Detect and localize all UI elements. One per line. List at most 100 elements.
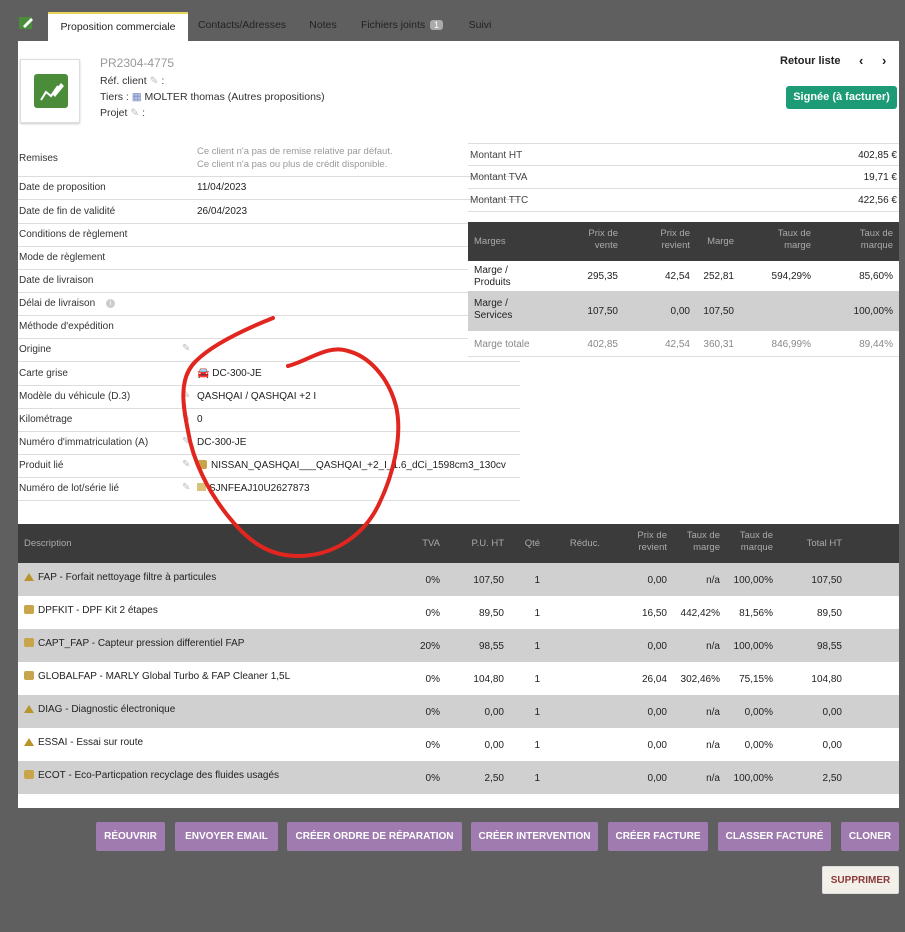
line-cell-total: 107,50 [811,575,842,586]
line-label: - Eco-Particpation recyclage des fluides… [65,770,280,781]
ref-client-label: Réf. client [100,75,147,87]
line-cell-total: 0,00 [822,707,842,718]
send-email-button[interactable]: ENVOYER EMAIL [175,822,278,851]
field-label: Délai de livraison [19,298,96,309]
table-row[interactable]: DPFKIT - DPF Kit 2 étapes 0% 89,50 1 16,50 44… [18,596,899,629]
line-cell-tmarge: n/a [706,707,720,718]
field-value[interactable]: NISSAN_QASHQAI___QASHQAI_+2_I_1.6_dCi_15… [197,460,519,471]
col-header: Qté [524,538,540,549]
credit-line: Ce client n'a pas ou plus de crédit disp… [197,159,388,170]
field-label: Produit lié [19,460,64,471]
pencil-icon[interactable]: ✎ [182,343,190,354]
table-row[interactable]: ECOT - Eco-Particpation recyclage des fl… [18,761,899,794]
field-label: Origine [19,344,52,355]
margin-cell: 100,00% [853,306,893,317]
line-cell-tmarque: 100,00% [733,641,773,652]
field-value: 0 [197,414,203,425]
col-header: Prix de revient [660,228,690,251]
table-row[interactable]: DIAG - Diagnostic électronique 0% 0,00 1 0,0… [18,695,899,728]
next-icon[interactable]: › [882,53,886,68]
pencil-icon[interactable]: ✎ [182,390,190,401]
create-repair-order-button[interactable]: CRÉER ORDRE DE RÉPARATION [287,822,462,851]
tab-notes[interactable]: Notes [300,12,346,41]
pencil-icon[interactable]: ✎ [130,107,139,119]
field-label: Carte grise [19,368,68,379]
product-ref-link[interactable]: GLOBALFAP [38,671,97,682]
field-value[interactable]: 🚘 DC-300-JE [197,368,262,379]
line-cell-tmarge: n/a [706,773,720,784]
tab-suivi[interactable]: Suivi [460,12,500,41]
proposal-icon[interactable] [17,14,37,32]
field-value: 26/04/2023 [197,206,248,217]
margin-cell: 89,44% [859,339,893,350]
reopen-button[interactable]: RÉOUVRIR [96,822,165,851]
margin-cell: 252,81 [703,271,734,282]
service-icon [24,573,34,581]
pencil-icon[interactable]: ✎ [182,482,190,493]
tab-fichiers[interactable]: Fichiers joints 1 [356,12,448,41]
pencil-icon[interactable]: ✎ [182,459,190,470]
status-badge[interactable]: Signée (à facturer) [786,86,897,109]
total-value: 402,85 € [858,150,897,161]
table-row[interactable]: ESSAI - Essai sur route 0% 0,00 1 0,00 n/a 0,0… [18,728,899,761]
line-cell-tmarque: 81,56% [739,608,773,619]
tiers-link[interactable]: MOLTER thomas (Autres propositions) [145,91,325,103]
field-label: Date de livraison [19,275,94,286]
line-cell-pu: 0,00 [484,707,504,718]
field-date-livraison: Date de livraison [18,270,520,293]
field-conditions: Conditions de règlement [18,224,520,247]
col-header: Taux de marque [859,228,893,251]
table-row[interactable]: FAP - Forfait nettoyage filtre à particu… [18,563,899,596]
tab-contacts[interactable]: Contacts/Adresses [192,12,292,41]
line-cell-total: 104,80 [811,674,842,685]
line-cell-tmarge: 442,42% [680,608,720,619]
line-description: CAPT_FAP - Capteur pression differentiel… [24,638,244,649]
line-cell-revient: 0,00 [647,773,667,784]
pencil-icon[interactable]: ✎ [150,75,159,87]
create-intervention-button[interactable]: CRÉER INTERVENTION [471,822,598,851]
field-label: Date de fin de validité [19,206,116,217]
margin-label: Marge / Services [474,298,513,321]
tab-bar: Proposition commerciale Contacts/Adresse… [0,0,905,41]
line-description: FAP - Forfait nettoyage filtre à particu… [24,572,216,583]
classify-billed-button[interactable]: CLASSER FACTURÉ [718,822,831,851]
field-value[interactable]: SJNFEAJ10U2627873 [197,483,310,494]
tab-proposition[interactable]: Proposition commerciale [48,12,188,41]
table-row[interactable]: CAPT_FAP - Capteur pression differentiel… [18,629,899,662]
info-icon[interactable]: i [106,299,115,308]
field-expedition: Méthode d'expédition [18,316,520,339]
pencil-icon[interactable]: ✎ [182,436,190,447]
margin-cell: 295,35 [587,271,618,282]
product-ref-link[interactable]: ECOT [38,770,66,781]
field-delai: Délai de livraison i [18,293,520,316]
product-ref-link[interactable]: FAP [38,572,57,583]
line-cell-pu: 0,00 [484,740,504,751]
total-label: Montant HT [470,150,523,161]
col-header: Taux de marge [777,228,811,251]
line-label: - Capteur pression differentiel FAP [88,638,245,649]
product-ref-link[interactable]: DPFKIT [38,605,73,616]
product-ref-link[interactable]: DIAG [38,704,62,715]
line-cell-qte: 1 [534,674,540,685]
line-label: - Forfait nettoyage filtre à particules [56,572,217,583]
car-icon: 🚘 [197,368,210,379]
product-ref-link[interactable]: ESSAI [38,737,67,748]
pencil-icon[interactable]: ✎ [182,413,190,424]
projet-label: Projet [100,107,128,119]
product-ref-link[interactable]: CAPT_FAP [38,638,89,649]
total-value: 422,56 € [858,195,897,206]
clone-button[interactable]: CLONER [841,822,899,851]
tab-label: Contacts/Adresses [197,19,287,31]
delete-button[interactable]: SUPPRIMER [822,866,899,894]
line-cell-tva: 0% [425,674,440,685]
create-invoice-button[interactable]: CRÉER FACTURE [608,822,708,851]
col-header: Prix de vente [588,228,618,251]
previous-icon[interactable]: ‹ [859,53,863,68]
col-header: Prix de revient [637,530,667,553]
line-cell-tmarge: n/a [706,641,720,652]
line-cell-total: 89,50 [816,608,842,619]
table-row[interactable]: GLOBALFAP - MARLY Global Turbo & FAP Cle… [18,662,899,695]
line-cell-revient: 0,00 [647,641,667,652]
field-produit-lie: Produit lié ✎ NISSAN_QASHQAI___QASHQAI_+2_… [18,455,520,478]
back-to-list-link[interactable]: Retour liste [780,55,841,67]
